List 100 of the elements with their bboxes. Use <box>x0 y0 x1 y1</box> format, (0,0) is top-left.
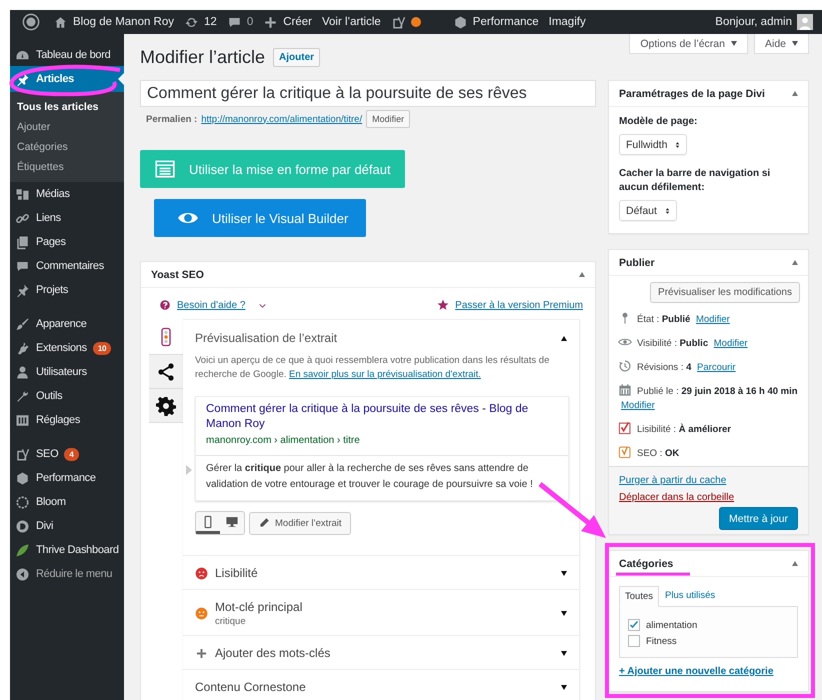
category-tab[interactable]: Plus utilisés <box>659 585 722 606</box>
logo-icon[interactable] <box>22 13 40 31</box>
count-badge: 10 <box>92 342 112 354</box>
status-text: Publié le : 29 juin 2018 à 16 h 40 min <box>637 386 798 397</box>
menu-item[interactable]: Thrive Dashboard <box>10 538 124 562</box>
screen-tab[interactable]: Aide <box>754 34 809 54</box>
toolbar-link[interactable]: 0 <box>222 10 258 34</box>
pushpin-icon <box>15 72 30 86</box>
circle-logo-icon <box>15 518 30 534</box>
collapse-menu-button[interactable]: Réduire le menu <box>10 562 124 586</box>
submenu-item[interactable]: Tous les articles <box>10 97 124 117</box>
menu-item[interactable]: Pages <box>10 230 124 254</box>
trash-link[interactable]: Déplacer dans la corbeille <box>619 489 734 506</box>
help-icon <box>159 299 171 311</box>
help-link[interactable]: Besoin d’aide ? <box>177 300 246 310</box>
checkbox[interactable] <box>628 635 640 647</box>
edit-permalink-button[interactable]: Modifier <box>366 110 410 128</box>
category-tab[interactable]: Toutes <box>619 586 659 607</box>
plus-icon <box>263 14 278 30</box>
select-field[interactable]: Fullwidth <box>619 134 688 155</box>
toggle-icon[interactable] <box>579 272 585 277</box>
toggle-icon[interactable] <box>561 610 567 616</box>
menu-item[interactable]: Divi <box>10 514 124 538</box>
checkmark-box-icon <box>618 421 632 435</box>
builder-button[interactable]: Utiliser le Visual Builder <box>154 199 366 237</box>
toggle-icon[interactable] <box>792 561 798 566</box>
add-category-link[interactable]: + Ajouter une nouvelle catégorie <box>619 666 774 677</box>
status-text: Visibilité : Public <box>637 338 708 349</box>
toggle-icon[interactable] <box>561 336 567 340</box>
share-icon <box>156 362 176 382</box>
home-icon <box>53 14 68 30</box>
menu-item[interactable]: Réglages <box>10 408 124 432</box>
cube-icon <box>452 14 468 30</box>
layout-icon <box>153 158 177 180</box>
result-description: Gérer la critique pour aller à la recherche de ses rêves sans attendre de validation de votre entourage et trouver le courage de poursuivre sa voie ! <box>205 462 534 492</box>
plus-icon <box>195 646 208 660</box>
account-link[interactable]: Bonjour, admin <box>710 10 818 34</box>
title-field[interactable]: Comment gérer la critique à la poursuite de ses rêves <box>140 80 596 107</box>
toggle-icon[interactable] <box>561 650 567 656</box>
cube-icon <box>15 470 30 486</box>
toolbar-link[interactable]: Créer <box>258 10 317 34</box>
desktop-icon <box>225 514 239 528</box>
toolbar-link[interactable]: Blog de Manon Roy <box>48 10 180 34</box>
update-button[interactable]: Mettre à jour <box>719 507 798 530</box>
premium-link[interactable]: Passer à la version Premium <box>455 300 583 310</box>
side-tab[interactable] <box>149 389 183 423</box>
leaf-icon <box>15 542 30 558</box>
toggle-icon[interactable] <box>792 91 798 96</box>
toolbar-link[interactable]: Imagify <box>544 10 591 34</box>
submenu-item[interactable]: Ajouter <box>10 117 124 137</box>
menu-item[interactable]: Commentaires <box>10 254 124 278</box>
toolbar-link[interactable]: 12 <box>179 10 222 34</box>
submenu-item[interactable]: Étiquettes <box>10 157 124 177</box>
toggle-icon[interactable] <box>792 260 798 265</box>
permalink-label: Permalien : <box>146 114 198 124</box>
menu-item[interactable]: Performance <box>10 466 124 490</box>
permalink-link[interactable]: http://manonroy.com/alimentation/titre/ <box>201 114 362 124</box>
menu-item[interactable]: SEO 4 <box>10 442 124 466</box>
edit-link[interactable]: Modifier <box>714 338 748 349</box>
toolbar-link[interactable]: Performance <box>448 10 544 34</box>
section-title[interactable]: Ajouter des mots-clés <box>215 644 554 662</box>
menu-item[interactable]: Projets <box>10 278 124 302</box>
settings-icon <box>156 396 176 416</box>
side-tab[interactable] <box>149 355 183 389</box>
preview-button[interactable]: Prévisualiser les modifications <box>650 282 800 303</box>
toggle-icon[interactable] <box>561 684 567 690</box>
purge-cache-link[interactable]: Purger à partir du cache <box>619 472 726 489</box>
add-button[interactable]: Ajouter <box>273 48 320 67</box>
checkmark-icon <box>629 620 639 630</box>
section-title[interactable]: Mot-clé principal <box>215 598 554 616</box>
page-title: Modifier l’article <box>140 47 266 68</box>
box-title: Publier <box>619 256 655 268</box>
status-text: Révisions : 4 <box>637 362 692 373</box>
select-field[interactable]: Défaut <box>619 200 677 221</box>
field-label: Cacher la barre de navigation si aucun défilement: <box>619 167 772 195</box>
edit-link[interactable]: Parcourir <box>697 362 736 373</box>
field-label: Modèle de page: <box>619 115 698 129</box>
section-title[interactable]: Contenu Cornestone <box>195 678 554 696</box>
menu-item[interactable]: Liens <box>10 206 124 230</box>
keyword-text: critique <box>215 616 247 628</box>
menu-item[interactable]: Tableau de bord <box>10 43 124 67</box>
submenu-item[interactable]: Catégories <box>10 137 124 157</box>
media-icon <box>15 186 30 202</box>
toggle-icon[interactable] <box>561 570 567 576</box>
menu-item[interactable]: Médias <box>10 182 124 206</box>
learn-more-link[interactable]: En savoir plus sur la prévisualisation d'extrait. <box>289 369 481 380</box>
menu-item[interactable]: Apparence <box>10 312 124 336</box>
screen-tab[interactable]: Options de l’écran <box>629 34 748 54</box>
count-badge: 4 <box>64 448 78 460</box>
menu-item[interactable]: Extensions 10 <box>10 336 124 360</box>
ring-icon <box>15 494 30 510</box>
edit-link[interactable]: Modifier <box>696 314 730 325</box>
edit-snippet-button[interactable]: Modifier l’extrait <box>249 512 351 534</box>
checkbox[interactable] <box>628 619 640 631</box>
toolbar-link[interactable]: Voir l’article <box>316 10 386 34</box>
menu-item[interactable]: Outils <box>10 384 124 408</box>
section-title[interactable]: Lisibilité <box>215 564 554 582</box>
menu-item[interactable]: Bloom <box>10 490 124 514</box>
menu-item[interactable]: Utilisateurs <box>10 360 124 384</box>
edit-link[interactable]: Modifier <box>621 400 655 411</box>
